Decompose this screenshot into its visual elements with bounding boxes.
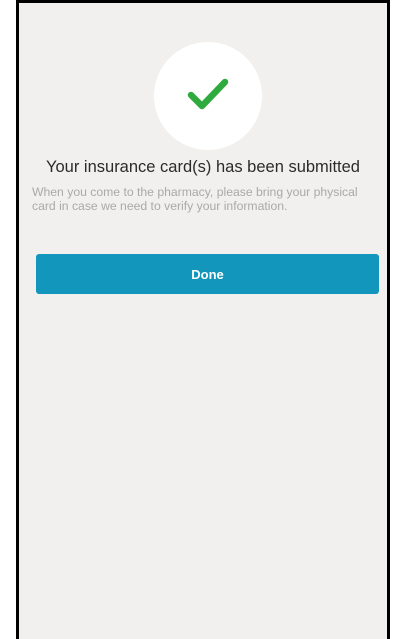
screen-frame: Your insurance card(s) has been submitte… xyxy=(16,0,390,639)
confirmation-message: When you come to the pharmacy, please br… xyxy=(32,185,358,213)
done-button[interactable]: Done xyxy=(36,254,379,294)
checkmark-icon xyxy=(187,77,229,116)
confirmation-title: Your insurance card(s) has been submitte… xyxy=(46,158,360,176)
success-badge xyxy=(154,42,262,150)
